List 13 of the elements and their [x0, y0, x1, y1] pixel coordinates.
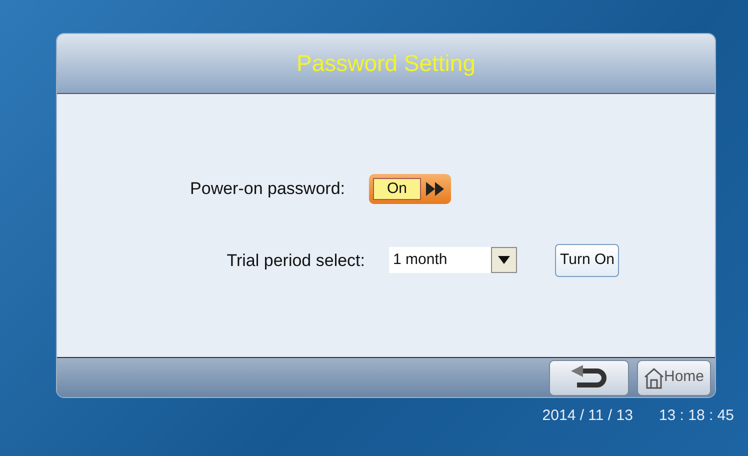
field-label: Trial period select:: [226, 250, 365, 272]
back-arrow-icon: [569, 364, 609, 390]
home-button[interactable]: Home: [637, 360, 711, 396]
house-icon: [644, 366, 664, 388]
period-dropdown[interactable]: 1 month: [389, 247, 517, 274]
window-title: Password Setting: [296, 49, 476, 78]
caret-icon: [498, 256, 510, 264]
date-text: 2014 / 11 / 13: [542, 406, 633, 426]
on-toggle[interactable]: On: [369, 174, 451, 204]
back-button[interactable]: [549, 360, 629, 396]
field-label: Power-on password:: [189, 178, 345, 200]
turn-on-button[interactable]: Turn On: [555, 244, 620, 276]
time-text: 13 : 18 : 45: [658, 406, 734, 426]
